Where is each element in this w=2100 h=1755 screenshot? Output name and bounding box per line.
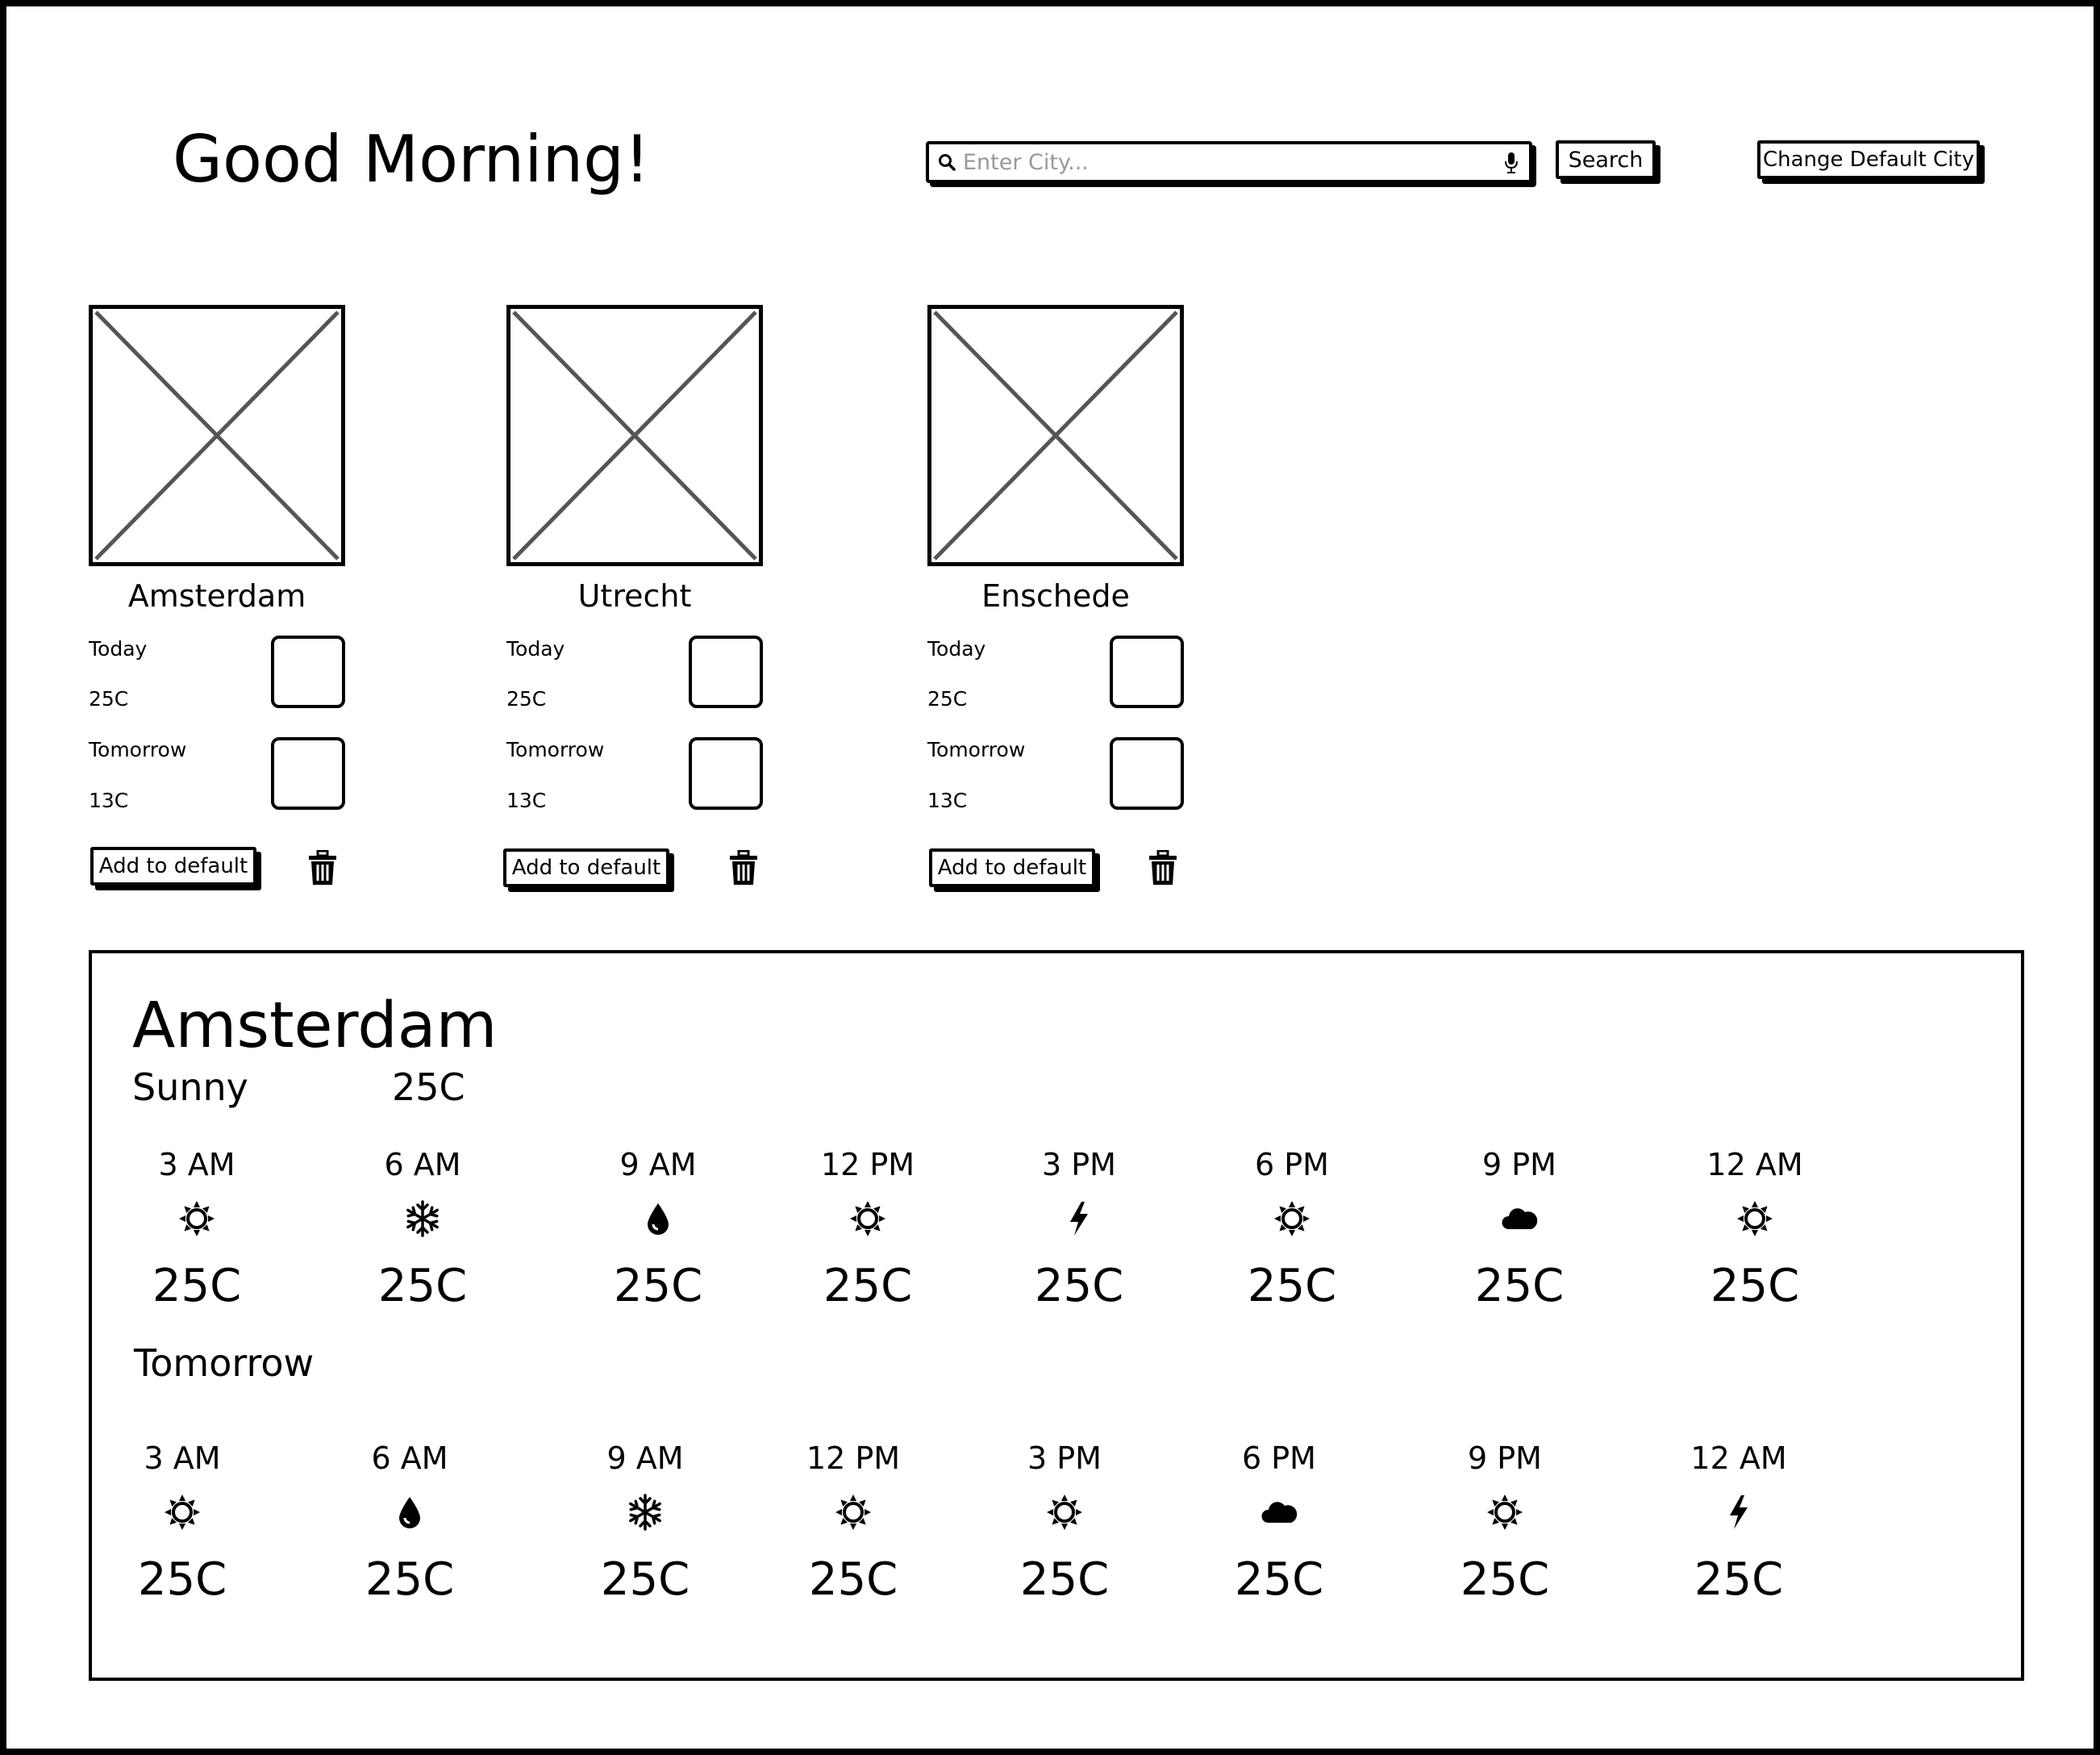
- lightning-icon: [1720, 1494, 1757, 1531]
- search-icon: [939, 154, 956, 171]
- sun-icon: [1486, 1494, 1523, 1531]
- search-input[interactable]: [963, 144, 1479, 180]
- trash-icon[interactable]: [308, 850, 337, 886]
- hour-time: 6 AM: [371, 1440, 448, 1476]
- hour-temp: 25C: [1247, 1260, 1337, 1312]
- today-weather-icon-box: [689, 636, 763, 708]
- cloud-icon: [1260, 1494, 1298, 1531]
- tomorrow-temp: 13C: [89, 789, 129, 812]
- hour-time: 6 PM: [1255, 1147, 1329, 1182]
- today-temp: 25C: [506, 687, 547, 711]
- snowflake-icon: [404, 1200, 441, 1237]
- hour-time: 3 PM: [1042, 1147, 1116, 1182]
- hour-time: 12 AM: [1690, 1440, 1787, 1476]
- city-card-enschede: Enschede Today 25C Tomorrow 13C Add to d…: [927, 305, 1202, 1015]
- hour-temp: 25C: [1710, 1260, 1800, 1312]
- card-city-name: Amsterdam: [127, 578, 306, 614]
- raindrop-icon: [640, 1200, 677, 1237]
- sun-icon: [1046, 1494, 1083, 1531]
- hour-temp: 25C: [1019, 1553, 1110, 1606]
- hour-temp: 25C: [137, 1553, 227, 1606]
- today-temp: 25C: [89, 687, 129, 711]
- add-to-default-button[interactable]: Add to default: [90, 847, 256, 886]
- hour-temp: 25C: [1694, 1553, 1784, 1606]
- tomorrow-section-label: Tomorrow: [134, 1341, 315, 1385]
- hour-time: 3 PM: [1027, 1440, 1102, 1476]
- tomorrow-weather-icon-box: [271, 737, 345, 810]
- add-to-default-button[interactable]: Add to default: [929, 848, 1095, 887]
- tomorrow-temp: 13C: [927, 789, 968, 812]
- today-weather-icon-box: [271, 636, 345, 708]
- city-card-utrecht: Utrecht Today 25C Tomorrow 13C Add to de…: [503, 305, 781, 1015]
- add-to-default-button[interactable]: Add to default: [503, 848, 669, 887]
- hour-time: 6 AM: [384, 1147, 461, 1182]
- detail-condition: Sunny: [132, 1065, 248, 1109]
- cloud-icon: [1501, 1200, 1538, 1237]
- greeting-title: Good Morning!: [173, 122, 651, 197]
- search-button[interactable]: Search: [1556, 140, 1656, 179]
- tomorrow-weather-icon-box: [1110, 737, 1184, 810]
- city-card-amsterdam: Amsterdam Today 25C Tomorrow 13C Add to …: [89, 305, 363, 1015]
- hour-temp: 25C: [1234, 1553, 1324, 1606]
- hour-time: 12 AM: [1706, 1147, 1803, 1182]
- tomorrow-temp: 13C: [506, 789, 547, 812]
- hour-time: 9 PM: [1482, 1147, 1556, 1182]
- tomorrow-label: Tomorrow: [927, 738, 1026, 761]
- sun-icon: [849, 1200, 886, 1237]
- trash-icon[interactable]: [729, 850, 758, 886]
- image-placeholder: [89, 305, 345, 566]
- sun-icon: [835, 1494, 872, 1531]
- search-bar[interactable]: [926, 141, 1532, 183]
- raindrop-icon: [391, 1494, 428, 1531]
- microphone-icon[interactable]: [1503, 151, 1519, 175]
- hour-temp: 25C: [1460, 1553, 1550, 1606]
- hour-time: 9 PM: [1468, 1440, 1542, 1476]
- hour-temp: 25C: [152, 1260, 242, 1312]
- sun-icon: [178, 1200, 215, 1237]
- sun-icon: [1273, 1200, 1310, 1237]
- placeholder-cross-icon: [933, 311, 1178, 561]
- hour-temp: 25C: [600, 1553, 690, 1606]
- hour-temp: 25C: [1034, 1260, 1124, 1312]
- hour-temp: 25C: [365, 1553, 455, 1606]
- hour-time: 6 PM: [1242, 1440, 1316, 1476]
- placeholder-cross-icon: [94, 311, 340, 561]
- hour-temp: 25C: [808, 1553, 898, 1606]
- lightning-icon: [1060, 1200, 1098, 1237]
- sun-icon: [164, 1494, 201, 1531]
- today-weather-icon-box: [1110, 636, 1184, 708]
- placeholder-cross-icon: [512, 311, 757, 561]
- image-placeholder: [506, 305, 763, 566]
- hour-temp: 25C: [1474, 1260, 1565, 1312]
- image-placeholder: [927, 305, 1184, 566]
- tomorrow-weather-icon-box: [689, 737, 763, 810]
- hour-time: 9 AM: [619, 1147, 697, 1182]
- tomorrow-label: Tomorrow: [89, 738, 187, 761]
- hour-time: 3 AM: [144, 1440, 221, 1476]
- hour-time: 3 AM: [158, 1147, 235, 1182]
- hour-temp: 25C: [613, 1260, 703, 1312]
- today-label: Today: [89, 637, 148, 661]
- snowflake-icon: [627, 1494, 664, 1531]
- app-frame: Good Morning! Search Change Default City…: [0, 0, 2100, 1755]
- today-label: Today: [506, 637, 565, 661]
- card-city-name: Enschede: [981, 578, 1130, 614]
- hour-temp: 25C: [823, 1260, 913, 1312]
- hour-time: 9 AM: [606, 1440, 684, 1476]
- tomorrow-label: Tomorrow: [506, 738, 605, 761]
- detail-city-title: Amsterdam: [132, 990, 498, 1062]
- today-label: Today: [927, 637, 986, 661]
- detail-temperature: 25C: [392, 1065, 465, 1109]
- change-default-city-button[interactable]: Change Default City: [1757, 140, 1980, 179]
- forecast-detail-panel: Amsterdam Sunny 25C Tomorrow 3 AM 25C 6 AM…: [89, 950, 2024, 1681]
- hour-temp: 25C: [377, 1260, 468, 1312]
- hour-time: 12 PM: [806, 1440, 901, 1476]
- today-temp: 25C: [927, 687, 968, 711]
- trash-icon[interactable]: [1148, 850, 1177, 886]
- hour-time: 12 PM: [820, 1147, 915, 1182]
- card-city-name: Utrecht: [577, 578, 692, 614]
- sun-icon: [1736, 1200, 1773, 1237]
